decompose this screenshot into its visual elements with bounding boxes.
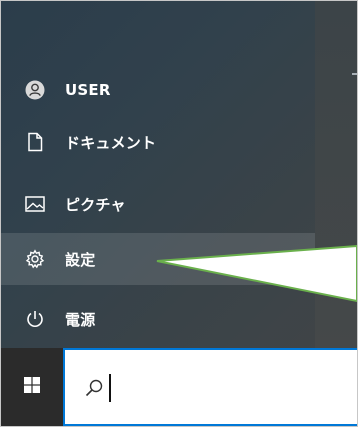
text-caret xyxy=(109,374,111,402)
start-button[interactable] xyxy=(1,348,63,426)
screenshot-frame: USER ドキュメント ピクチャ 設定 電源 xyxy=(0,0,358,427)
start-menu-pictures[interactable]: ピクチャ xyxy=(1,178,315,230)
scroll-indicator xyxy=(352,73,357,75)
start-menu-settings[interactable]: 設定 xyxy=(1,233,315,285)
document-icon xyxy=(24,131,46,153)
user-label: USER xyxy=(65,81,111,99)
start-menu-documents[interactable]: ドキュメント xyxy=(1,116,315,168)
windows-logo-icon xyxy=(24,377,40,397)
pictures-label: ピクチャ xyxy=(65,195,126,214)
search-icon xyxy=(84,378,104,398)
tiles-area-strip xyxy=(315,1,357,348)
power-icon xyxy=(24,308,46,330)
start-menu-power[interactable]: 電源 xyxy=(1,293,315,345)
user-icon xyxy=(24,79,46,101)
start-menu-user[interactable]: USER xyxy=(1,64,315,116)
settings-label: 設定 xyxy=(65,250,96,269)
pictures-icon xyxy=(24,193,46,215)
gear-icon xyxy=(24,248,46,270)
search-input[interactable] xyxy=(63,348,357,426)
power-label: 電源 xyxy=(65,310,96,329)
documents-label: ドキュメント xyxy=(65,133,157,152)
